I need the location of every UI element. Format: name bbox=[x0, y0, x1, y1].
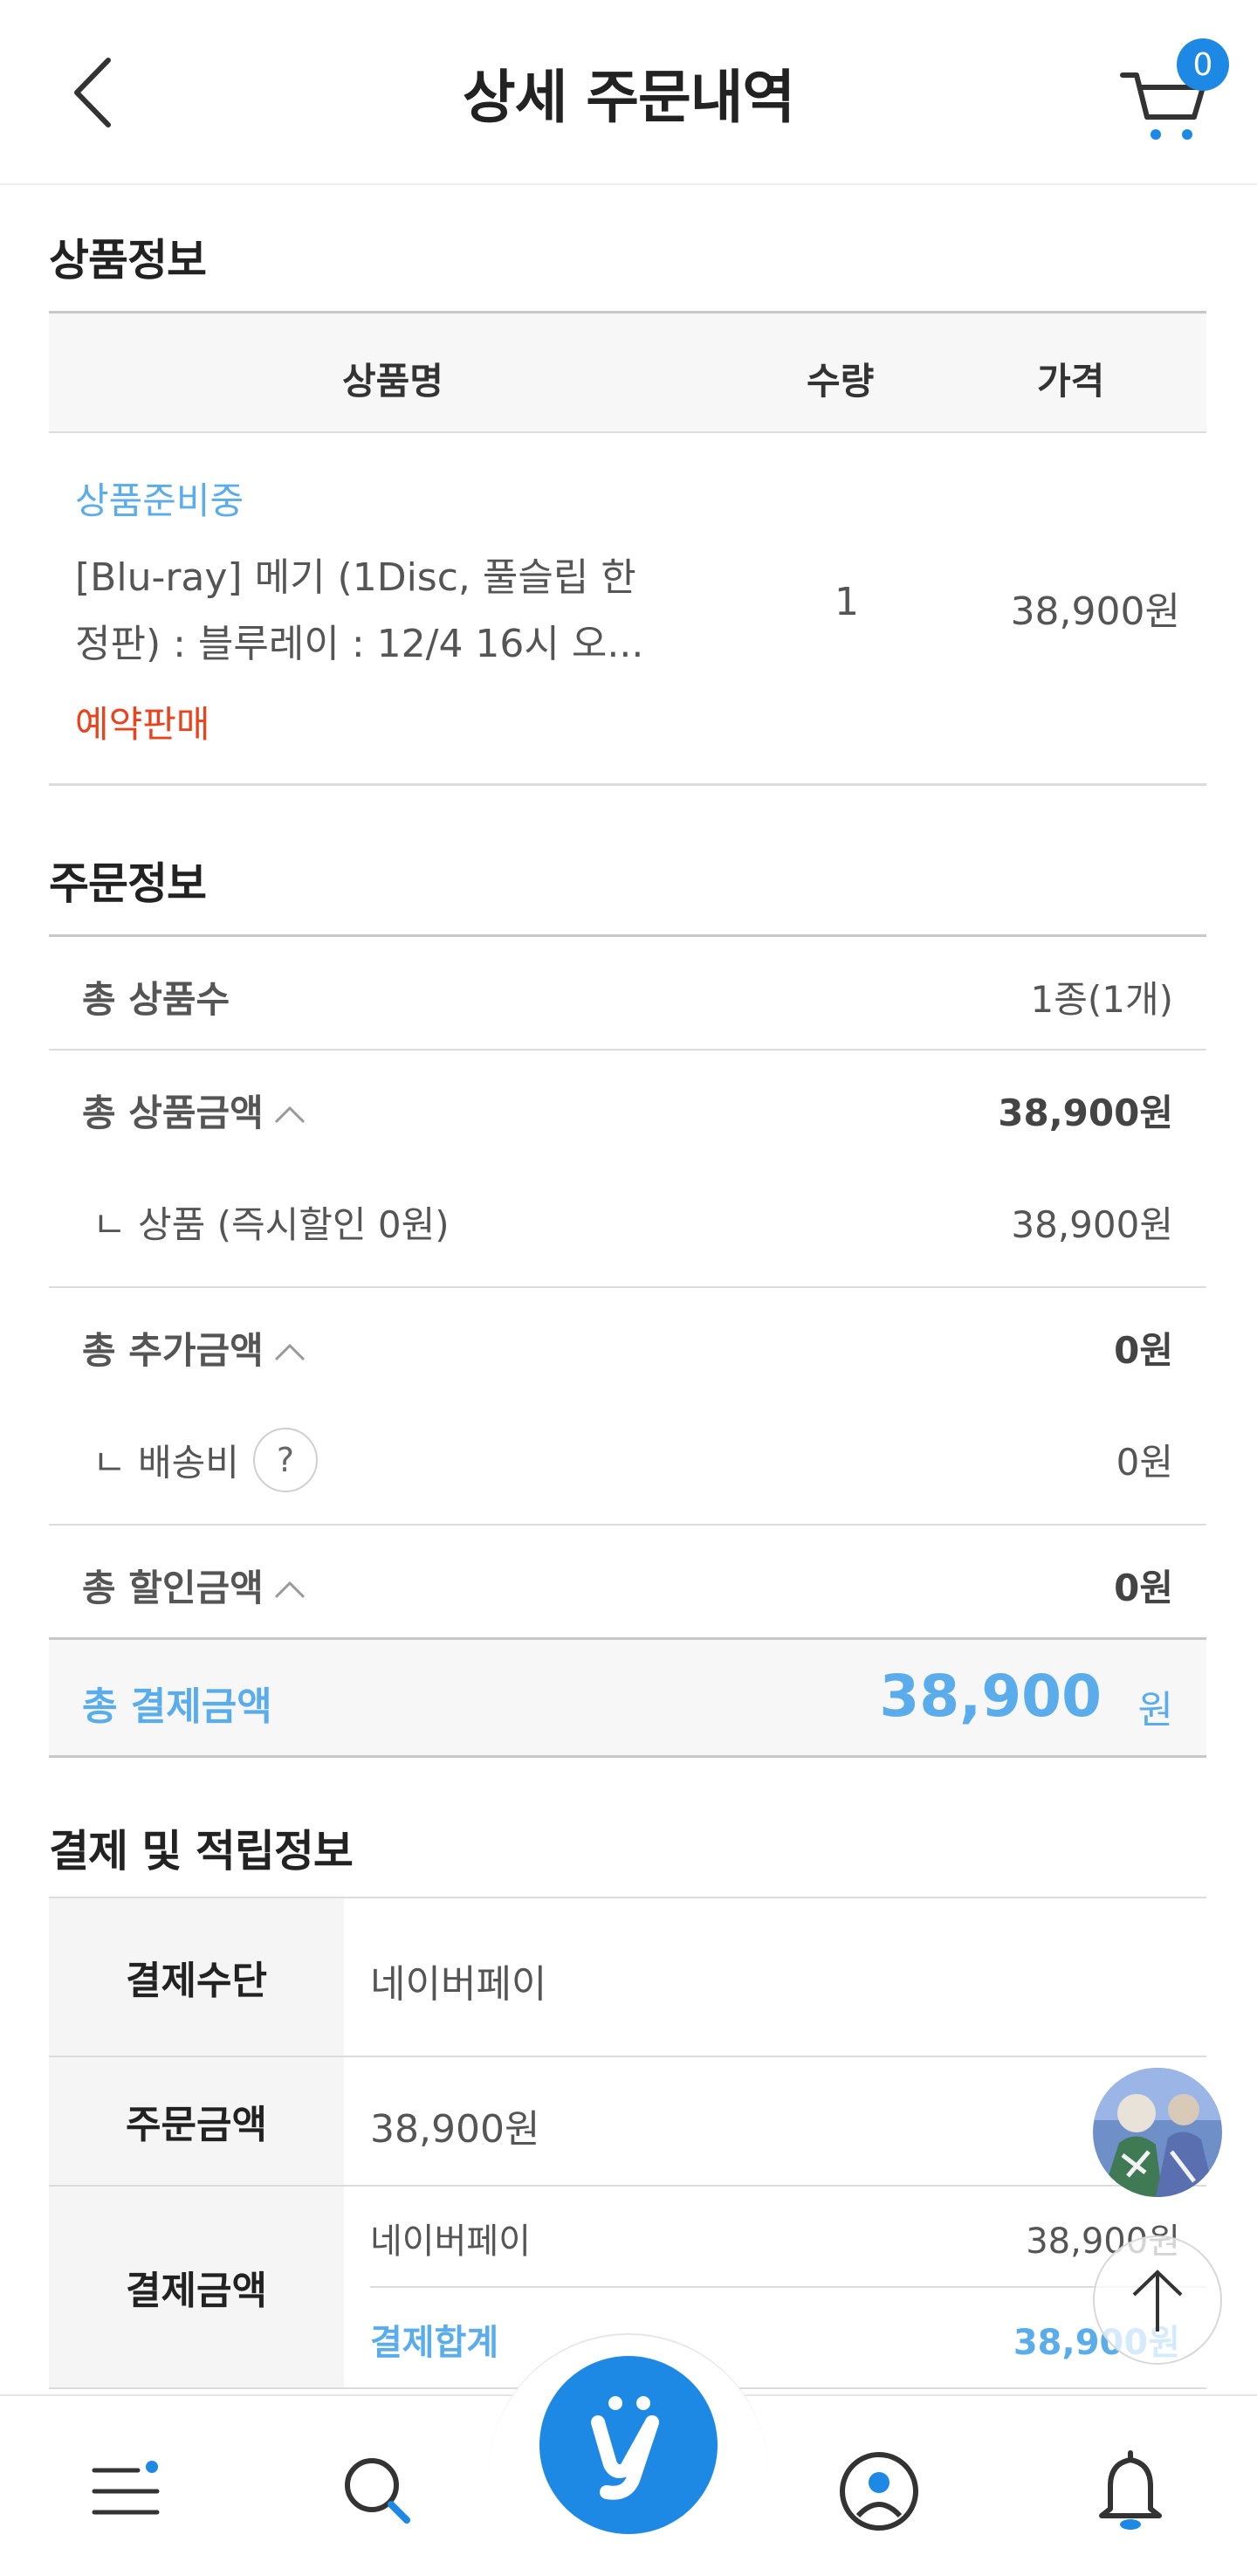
order-amount-label: 주문금액 bbox=[49, 2057, 344, 2185]
product-section-title: 상품정보 bbox=[49, 235, 207, 286]
grand-total-row: 총 결제금액 38,900 원 bbox=[49, 1637, 1206, 1758]
nav-search[interactable] bbox=[330, 2443, 426, 2539]
grand-total-label: 총 결제금액 bbox=[82, 1684, 272, 1729]
total-discount-row[interactable]: 총 할인금액 0원 bbox=[49, 1526, 1206, 1637]
user-icon bbox=[840, 2452, 918, 2531]
total-count-value: 1종(1개) bbox=[1030, 978, 1174, 1021]
bell-icon bbox=[1099, 2450, 1162, 2530]
total-count-label: 총 상품수 bbox=[82, 978, 230, 1021]
total-count-row: 총 상품수 1종(1개) bbox=[49, 937, 1206, 1049]
product-row[interactable]: 상품준비중 [Blu-ray] 메기 (1Disc, 풀슬립 한 정판) : 블… bbox=[49, 433, 1206, 786]
scroll-to-top-button[interactable] bbox=[1093, 2235, 1222, 2365]
nav-notifications[interactable] bbox=[1082, 2443, 1178, 2539]
total-discount-toggle[interactable]: 총 할인금액 bbox=[82, 1559, 307, 1612]
order-amount-value: 38,900원 bbox=[370, 2107, 540, 2152]
arrow-up-icon bbox=[1132, 2269, 1183, 2331]
payment-table: 결제수단 네이버페이 주문금액 38,900원 결제금액 네이버페이 38,90… bbox=[49, 1897, 1206, 2389]
pay-amount-cell: 네이버페이 38,900원 결제합계 38,900원 bbox=[344, 2187, 1206, 2387]
grand-total-unit: 원 bbox=[1137, 1688, 1173, 1732]
nav-menu[interactable] bbox=[79, 2443, 175, 2539]
floating-avatar[interactable] bbox=[1093, 2068, 1222, 2197]
order-amount-cell: 38,900원 bbox=[344, 2057, 1206, 2185]
shipping-row: ㄴ 배송비? 0원 bbox=[49, 1400, 1206, 1512]
product-table: 상품명 수량 가격 상품준비중 [Blu-ray] 메기 (1Disc, 풀슬립… bbox=[49, 311, 1206, 786]
order-status: 상품준비중 bbox=[75, 479, 244, 522]
order-amount-row: 주문금액 38,900원 bbox=[49, 2057, 1206, 2187]
shipping-value: 0원 bbox=[1116, 1441, 1173, 1484]
top-header: 상세 주문내역 0 bbox=[0, 0, 1257, 185]
preorder-tag: 예약판매 bbox=[75, 703, 210, 746]
total-extra-row[interactable]: 총 추가금액 0원 bbox=[49, 1288, 1206, 1400]
grand-total-amount: 38,900 bbox=[879, 1663, 1102, 1730]
nav-home-button[interactable] bbox=[539, 2356, 718, 2534]
payment-method-value: 네이버페이 bbox=[370, 1962, 547, 2007]
total-extra-value: 0원 bbox=[1114, 1329, 1173, 1372]
payment-method-cell: 네이버페이 bbox=[344, 1898, 1206, 2056]
product-sub-label: ㄴ 상품 (즉시할인 0원) bbox=[93, 1203, 450, 1246]
total-extra-label: 총 추가금액 bbox=[82, 1329, 264, 1372]
cart-button[interactable]: 0 bbox=[1117, 38, 1229, 145]
total-product-row[interactable]: 총 상품금액 38,900원 bbox=[49, 1050, 1206, 1162]
column-price: 가격 bbox=[1037, 360, 1105, 403]
product-table-header: 상품명 수량 가격 bbox=[49, 311, 1206, 433]
total-discount-label: 총 할인금액 bbox=[82, 1567, 264, 1609]
product-sub-value: 38,900원 bbox=[1011, 1203, 1173, 1246]
shipping-label-group: ㄴ 배송비? bbox=[93, 1428, 318, 1498]
pay-line-name: 네이버페이 bbox=[370, 2221, 531, 2262]
product-quantity: 1 bbox=[835, 580, 859, 624]
avatar-image bbox=[1093, 2068, 1222, 2197]
product-name-line2: 정판) : 블루레이 : 12/4 16시 오... bbox=[75, 622, 644, 666]
cart-count-badge: 0 bbox=[1177, 38, 1229, 91]
pay-amount-label: 결제금액 bbox=[49, 2187, 344, 2387]
page-title: 상세 주문내역 bbox=[462, 64, 795, 131]
order-summary: 총 상품수 1종(1개) 총 상품금액 38,900원 ㄴ 상품 (즉시할인 0… bbox=[49, 934, 1206, 1758]
help-icon[interactable]: ? bbox=[252, 1428, 318, 1492]
product-name-line1: [Blu-ray] 메기 (1Disc, 풀슬립 한 bbox=[75, 555, 636, 600]
payment-method-label: 결제수단 bbox=[49, 1898, 344, 2056]
caret-up-icon bbox=[272, 1329, 307, 1372]
product-sub-row: ㄴ 상품 (즉시할인 0원) 38,900원 bbox=[49, 1162, 1206, 1274]
total-discount-value: 0원 bbox=[1114, 1567, 1173, 1609]
payment-method-row: 결제수단 네이버페이 bbox=[49, 1898, 1206, 2057]
total-extra-toggle[interactable]: 총 추가금액 bbox=[82, 1321, 307, 1374]
nav-my-page[interactable] bbox=[831, 2443, 927, 2539]
divider bbox=[370, 2286, 1206, 2288]
total-product-toggle[interactable]: 총 상품금액 bbox=[82, 1084, 307, 1137]
column-quantity: 수량 bbox=[807, 360, 875, 403]
total-product-label: 총 상품금액 bbox=[82, 1092, 264, 1134]
caret-up-icon bbox=[272, 1567, 307, 1609]
pay-total-label: 결제합계 bbox=[370, 2323, 499, 2363]
caret-up-icon bbox=[272, 1092, 307, 1134]
search-icon bbox=[345, 2458, 410, 2524]
product-price: 38,900원 bbox=[1010, 589, 1180, 634]
order-section-title: 주문정보 bbox=[49, 858, 207, 909]
total-product-value: 38,900원 bbox=[998, 1092, 1173, 1134]
menu-icon bbox=[92, 2461, 160, 2515]
shipping-label: ㄴ 배송비 bbox=[93, 1441, 239, 1484]
home-logo-icon bbox=[591, 2396, 659, 2500]
payment-section-title: 결제 및 적립정보 bbox=[49, 1826, 354, 1877]
column-product-name: 상품명 bbox=[342, 360, 443, 403]
product-name[interactable]: [Blu-ray] 메기 (1Disc, 풀슬립 한 정판) : 블루레이 : … bbox=[75, 545, 738, 678]
